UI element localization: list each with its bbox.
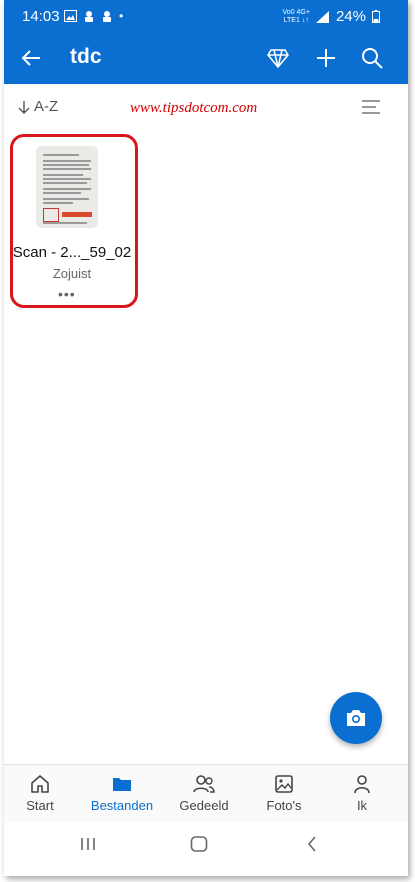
nav-label-fotos: Foto's: [266, 798, 302, 813]
home-button-icon[interactable]: [190, 836, 208, 852]
nav-label-ik: Ik: [356, 798, 368, 813]
sort-row: A-Z www.tipsdotcom.com: [4, 84, 408, 128]
app-bar: tdc: [4, 34, 408, 84]
signal-icon: [315, 10, 329, 23]
sort-arrow-down-icon: [18, 100, 30, 114]
android-notification-icon: [85, 10, 93, 22]
nav-label-gedeeld: Gedeeld: [179, 798, 229, 813]
system-navigation-bar: [4, 822, 408, 876]
bottom-navigation: Start Bestanden Gedeeld Foto's Ik: [4, 764, 408, 823]
battery-icon: [372, 10, 380, 23]
nav-label-bestanden: Bestanden: [90, 798, 154, 813]
nav-item-fotos[interactable]: Foto's: [244, 773, 324, 813]
nav-label-start: Start: [26, 798, 54, 813]
search-icon[interactable]: [360, 46, 384, 70]
file-thumbnail[interactable]: [36, 146, 98, 228]
network-bottom-text: LTE1 ↓↑: [283, 16, 309, 24]
notification-icons: •: [64, 9, 123, 23]
phone-screen: 14:03 • Vo0 4G+ LTE1 ↓↑ 24% tdc A-Z www.…: [4, 0, 408, 876]
image-notification-icon: [64, 10, 77, 22]
back-arrow-icon[interactable]: [20, 46, 44, 70]
nav-item-start[interactable]: Start: [4, 773, 80, 813]
view-options-icon[interactable]: [362, 100, 380, 114]
camera-icon: [347, 710, 365, 726]
premium-diamond-icon[interactable]: [266, 46, 290, 70]
people-icon: [193, 775, 215, 793]
nav-item-ik[interactable]: Ik: [322, 773, 402, 813]
page-title: tdc: [70, 45, 102, 68]
sort-label: A-Z: [34, 98, 59, 115]
battery-percent: 24%: [335, 8, 366, 25]
status-right: Vo0 4G+ LTE1 ↓↑ 24%: [283, 8, 380, 25]
file-name[interactable]: Scan - 2..._59_02: [12, 244, 132, 261]
photo-icon: [275, 775, 293, 793]
file-more-options-button[interactable]: •••: [58, 286, 76, 302]
android-notification-icon: [103, 10, 111, 22]
status-time: 14:03: [22, 8, 60, 25]
network-top-text: Vo0 4G+: [282, 8, 310, 16]
camera-scan-button[interactable]: [330, 692, 382, 744]
add-icon[interactable]: [314, 46, 338, 70]
nav-item-gedeeld[interactable]: Gedeeld: [164, 773, 244, 813]
folder-icon: [113, 778, 131, 791]
file-modified: Zojuist: [52, 266, 92, 281]
recent-apps-icon[interactable]: [80, 836, 96, 852]
person-icon: [354, 775, 370, 794]
nav-item-bestanden[interactable]: Bestanden: [82, 773, 162, 813]
home-icon: [31, 775, 49, 793]
watermark-text: www.tipsdotcom.com: [130, 100, 258, 116]
status-bar: 14:03 • Vo0 4G+ LTE1 ↓↑ 24%: [4, 0, 408, 34]
network-indicator: Vo0 4G+ LTE1 ↓↑: [283, 9, 310, 25]
more-notifications-dot: •: [119, 9, 124, 23]
sort-button[interactable]: A-Z: [18, 98, 58, 115]
back-button-icon[interactable]: [306, 836, 318, 852]
